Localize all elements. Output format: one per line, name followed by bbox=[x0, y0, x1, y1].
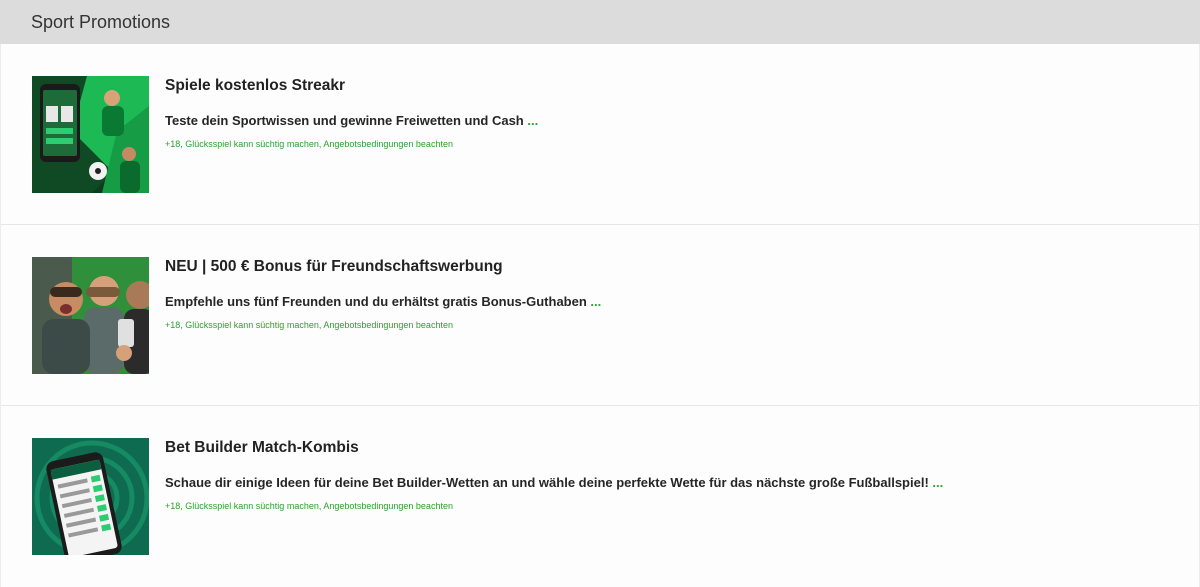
promo-description[interactable]: Teste dein Sportwissen und gewinne Freiw… bbox=[165, 112, 1179, 130]
promo-text: NEU | 500 € Bonus für Freundschaftswerbu… bbox=[165, 257, 1179, 331]
promo-text: Bet Builder Match-Kombis Schaue dir eini… bbox=[165, 438, 1179, 512]
promo-description-text: Empfehle uns fünf Freunden und du erhält… bbox=[165, 294, 587, 309]
promo-description[interactable]: Empfehle uns fünf Freunden und du erhält… bbox=[165, 293, 1179, 311]
promo-disclaimer: +18, Glücksspiel kann süchtig machen, An… bbox=[165, 501, 453, 511]
promo-description-text: Teste dein Sportwissen und gewinne Freiw… bbox=[165, 113, 524, 128]
promo-title[interactable]: Spiele kostenlos Streakr bbox=[165, 76, 1179, 96]
promo-card-bet-builder[interactable]: Bet Builder Match-Kombis Schaue dir eini… bbox=[1, 406, 1199, 587]
page-title: Sport Promotions bbox=[31, 11, 171, 32]
promo-text: Spiele kostenlos Streakr Teste dein Spor… bbox=[165, 76, 1179, 150]
read-more-link[interactable]: ... bbox=[527, 113, 538, 128]
promo-disclaimer: +18, Glücksspiel kann süchtig machen, An… bbox=[165, 320, 453, 330]
promo-title[interactable]: NEU | 500 € Bonus für Freundschaftswerbu… bbox=[165, 257, 1179, 277]
read-more-link[interactable]: ... bbox=[932, 475, 943, 490]
streakr-promo-image[interactable] bbox=[32, 76, 149, 193]
promo-description-text: Schaue dir einige Ideen für deine Bet Bu… bbox=[165, 475, 929, 490]
bet-builder-promo-image[interactable] bbox=[32, 438, 149, 555]
read-more-link[interactable]: ... bbox=[590, 294, 601, 309]
promo-title[interactable]: Bet Builder Match-Kombis bbox=[165, 438, 1179, 458]
promo-card-streakr[interactable]: Spiele kostenlos Streakr Teste dein Spor… bbox=[1, 44, 1199, 225]
promotions-list: Spiele kostenlos Streakr Teste dein Spor… bbox=[0, 44, 1200, 587]
promo-description[interactable]: Schaue dir einige Ideen für deine Bet Bu… bbox=[165, 474, 1179, 492]
promo-card-friend-referral[interactable]: NEU | 500 € Bonus für Freundschaftswerbu… bbox=[1, 225, 1199, 406]
friends-selfie-promo-image[interactable] bbox=[32, 257, 149, 374]
promo-disclaimer: +18, Glücksspiel kann süchtig machen, An… bbox=[165, 139, 453, 149]
page-header: Sport Promotions bbox=[0, 0, 1200, 44]
